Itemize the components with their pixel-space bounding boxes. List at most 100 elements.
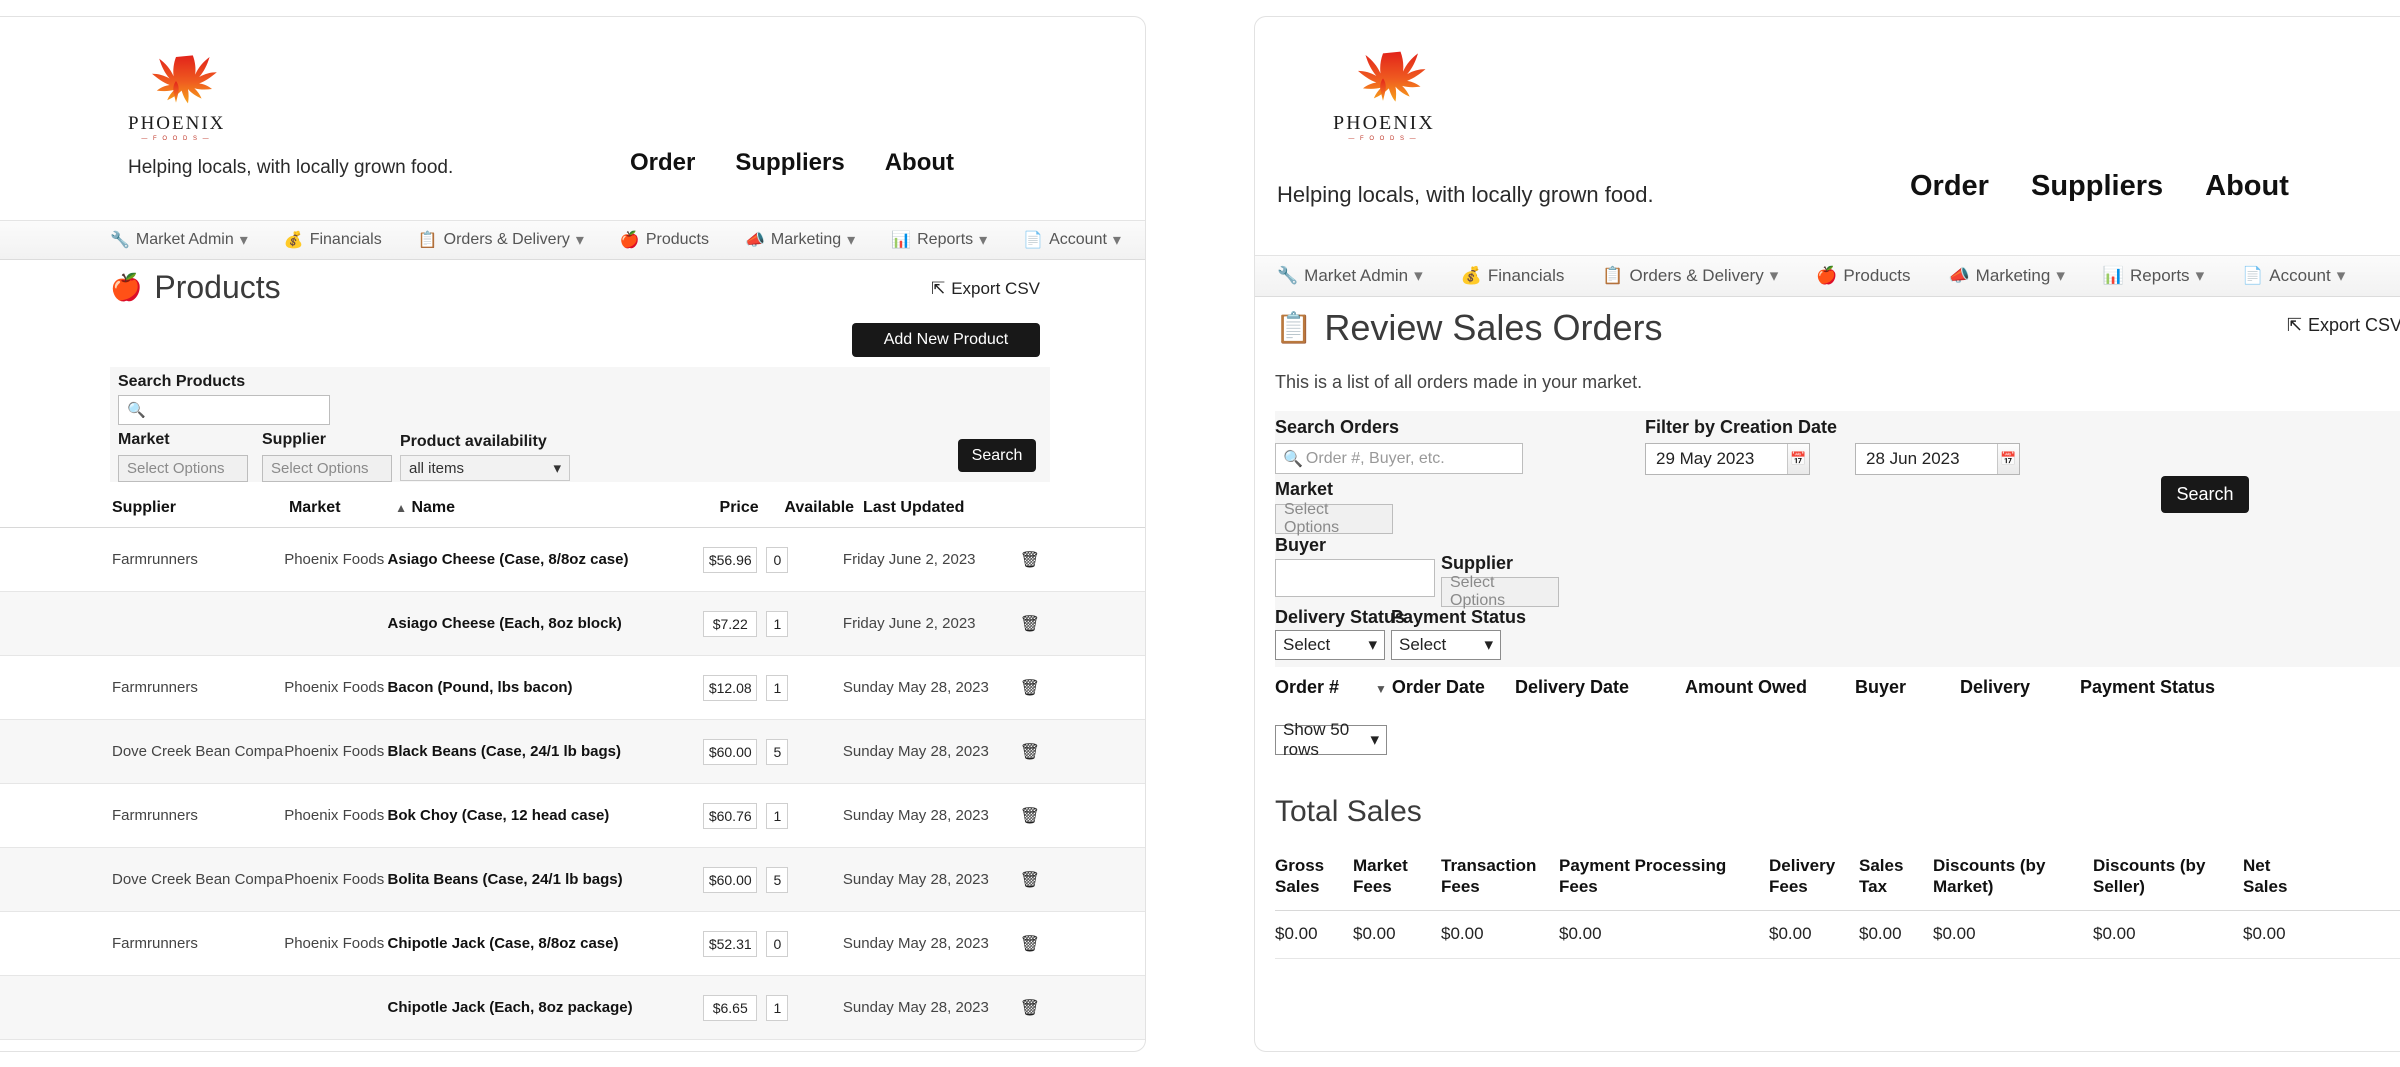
delivery-status-select[interactable]: Select ▾ — [1275, 630, 1385, 660]
payment-status-select[interactable]: Select ▾ — [1391, 630, 1501, 660]
admin-nav-marketing[interactable]: 📣 Marketing ▾ — [1949, 266, 2065, 286]
export-csv-link[interactable]: ⇱ Export CSV — [2287, 315, 2400, 336]
date-from-input[interactable]: 29 May 2023 📅 — [1645, 443, 1810, 475]
price-field[interactable]: $60.00 — [703, 739, 757, 765]
column-supplier[interactable]: Supplier — [112, 499, 289, 517]
cell-name[interactable]: Asiago Cheese (Case, 8/8oz case) — [388, 551, 704, 568]
price-field[interactable]: $60.00 — [703, 867, 757, 893]
admin-nav-market-admin[interactable]: 🔧 Market Admin ▾ — [1277, 266, 1423, 286]
delete-row-button[interactable]: 🗑 — [1015, 742, 1040, 762]
price-field[interactable]: $7.22 — [703, 611, 757, 637]
nav-order[interactable]: Order — [630, 149, 695, 177]
column-last-updated[interactable]: Last Updated — [863, 499, 1040, 517]
available-field[interactable]: 0 — [766, 931, 788, 957]
admin-nav-financials[interactable]: 💰 Financials — [1461, 266, 1565, 286]
availability-filter-select[interactable]: all items ▾ — [400, 455, 570, 481]
admin-nav-products[interactable]: 🍎 Products — [1816, 266, 1910, 286]
price-field[interactable]: $56.96 — [703, 547, 757, 573]
supplier-filter-select[interactable]: Select Options — [1441, 577, 1559, 607]
admin-nav-account[interactable]: 📄 Account ▾ — [2242, 266, 2345, 286]
cell-price: $12.08 — [703, 675, 766, 701]
table-row[interactable]: Dove Creek Bean CompanyPhoenix FoodsBlac… — [0, 720, 1145, 784]
available-field[interactable]: 0 — [766, 547, 788, 573]
available-field[interactable]: 1 — [766, 995, 788, 1021]
brand-logo[interactable]: PHOENIX — F O O D S — — [128, 49, 224, 142]
price-field[interactable]: $52.31 — [703, 931, 757, 957]
column-name[interactable]: ▲ Name — [395, 499, 719, 517]
date-to-input[interactable]: 28 Jun 2023 📅 — [1855, 443, 2020, 475]
nav-about[interactable]: About — [885, 149, 954, 177]
export-csv-link[interactable]: ⇱ Export CSV — [931, 279, 1040, 299]
column-payment-status[interactable]: Payment Status — [2080, 677, 2280, 698]
clipboard-icon: 📋 — [418, 230, 438, 250]
column-amount-owed[interactable]: Amount Owed — [1685, 677, 1855, 698]
nav-about[interactable]: About — [2205, 170, 2289, 203]
column-available[interactable]: Available — [784, 499, 863, 517]
nav-order[interactable]: Order — [1910, 170, 1989, 203]
cell-available: 0 — [766, 931, 843, 957]
nav-suppliers[interactable]: Suppliers — [735, 149, 844, 177]
table-row[interactable]: FarmrunnersPhoenix FoodsBok Choy (Case, … — [0, 784, 1145, 848]
available-field[interactable]: 1 — [766, 675, 788, 701]
cell-name[interactable]: Black Beans (Case, 24/1 lb bags) — [388, 743, 704, 760]
available-field[interactable]: 5 — [766, 739, 788, 765]
calendar-icon[interactable]: 📅 — [1997, 444, 2019, 474]
delete-row-button[interactable]: 🗑 — [1015, 998, 1040, 1018]
available-field[interactable]: 1 — [766, 611, 788, 637]
cell-name[interactable]: Bacon (Pound, lbs bacon) — [388, 679, 704, 696]
admin-nav-orders-delivery[interactable]: 📋 Orders & Delivery ▾ — [418, 230, 584, 250]
admin-nav-reports[interactable]: 📊 Reports ▾ — [891, 230, 987, 250]
table-row[interactable]: Asiago Cheese (Each, 8oz block)$7.221Fri… — [0, 592, 1145, 656]
delete-row-button[interactable]: 🗑 — [1015, 870, 1040, 890]
admin-nav-account[interactable]: 📄 Account ▾ — [1023, 230, 1121, 250]
column-market[interactable]: Market — [289, 499, 395, 517]
table-row[interactable]: FarmrunnersPhoenix FoodsAsiago Cheese (C… — [0, 528, 1145, 592]
admin-nav-market-admin[interactable]: 🔧 Market Admin ▾ — [110, 230, 248, 250]
cell-name[interactable]: Bok Choy (Case, 12 head case) — [388, 807, 704, 824]
table-row[interactable]: Dove Creek Bean CompanyPhoenix FoodsColo… — [0, 1040, 1145, 1052]
delete-row-button[interactable]: 🗑 — [1015, 678, 1040, 698]
available-field[interactable]: 1 — [766, 803, 788, 829]
column-buyer[interactable]: Buyer — [1855, 677, 1960, 698]
market-filter-select[interactable]: Select Options — [1275, 504, 1393, 534]
admin-nav-financials[interactable]: 💰 Financials — [284, 230, 382, 250]
search-products-input[interactable]: 🔍 — [118, 395, 330, 425]
delete-row-button[interactable]: 🗑 — [1015, 934, 1040, 954]
chevron-down-icon: ▾ — [240, 230, 248, 250]
table-row[interactable]: Chipotle Jack (Each, 8oz package)$6.651S… — [0, 976, 1145, 1040]
available-field[interactable]: 5 — [766, 867, 788, 893]
delete-row-button[interactable]: 🗑 — [1015, 806, 1040, 826]
buyer-filter-input[interactable] — [1275, 559, 1435, 597]
price-field[interactable]: $12.08 — [703, 675, 757, 701]
market-filter-select[interactable]: Select Options — [118, 455, 248, 482]
supplier-filter-select[interactable]: Select Options — [262, 455, 392, 482]
admin-nav-marketing[interactable]: 📣 Marketing ▾ — [745, 230, 855, 250]
table-row[interactable]: FarmrunnersPhoenix FoodsBacon (Pound, lb… — [0, 656, 1145, 720]
brand-logo[interactable]: PHOENIX — F O O D S — — [1333, 45, 1433, 142]
calendar-icon[interactable]: 📅 — [1787, 444, 1809, 474]
column-delivery-date[interactable]: Delivery Date — [1515, 677, 1685, 698]
column-price[interactable]: Price — [720, 499, 785, 517]
column-order-number[interactable]: Order # — [1275, 677, 1375, 698]
delete-row-button[interactable]: 🗑 — [1015, 614, 1040, 634]
products-search-button[interactable]: Search — [958, 439, 1036, 472]
admin-nav-orders-delivery[interactable]: 📋 Orders & Delivery ▾ — [1602, 266, 1778, 286]
cell-name[interactable]: Bolita Beans (Case, 24/1 lb bags) — [388, 871, 704, 888]
cell-name[interactable]: Chipotle Jack (Each, 8oz package) — [388, 999, 704, 1016]
orders-search-button[interactable]: Search — [2161, 476, 2249, 513]
price-field[interactable]: $6.65 — [703, 995, 757, 1021]
delete-row-button[interactable]: 🗑 — [1015, 550, 1040, 570]
table-row[interactable]: FarmrunnersPhoenix FoodsChipotle Jack (C… — [0, 912, 1145, 976]
column-order-date[interactable]: ▼ Order Date — [1375, 677, 1515, 698]
table-row[interactable]: Dove Creek Bean CompanyPhoenix FoodsBoli… — [0, 848, 1145, 912]
search-orders-input[interactable]: 🔍 Order #, Buyer, etc. — [1275, 443, 1523, 474]
rows-per-page-select[interactable]: Show 50 rows ▾ — [1275, 725, 1387, 755]
nav-suppliers[interactable]: Suppliers — [2031, 170, 2163, 203]
admin-nav-products[interactable]: 🍎 Products — [620, 230, 709, 250]
price-field[interactable]: $60.76 — [703, 803, 757, 829]
cell-name[interactable]: Chipotle Jack (Case, 8/8oz case) — [388, 935, 704, 952]
admin-nav-reports[interactable]: 📊 Reports ▾ — [2103, 266, 2204, 286]
add-new-product-button[interactable]: Add New Product — [852, 323, 1040, 357]
cell-name[interactable]: Asiago Cheese (Each, 8oz block) — [388, 615, 704, 632]
column-delivery[interactable]: Delivery — [1960, 677, 2080, 698]
